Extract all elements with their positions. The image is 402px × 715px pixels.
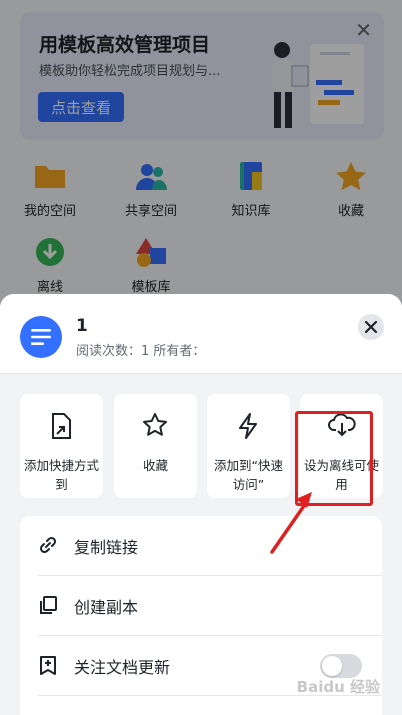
copy-link-item[interactable]: 复制链接 [20,516,382,575]
action-label: 添加到“快速访问” [214,458,283,492]
list-label: 关注文档更新 [74,658,171,677]
follow-updates-toggle[interactable] [320,654,362,678]
follow-icon [40,656,56,675]
add-shortcut-button[interactable]: 添加快捷方式到 [20,394,103,498]
link-icon [39,536,57,554]
watermark: Baidu 经验 [296,678,380,696]
shortcut-icon [52,413,71,439]
copy-icon [40,596,57,614]
add-to-quick-access-button[interactable]: 添加到“快速访问” [207,394,290,498]
create-copy-item[interactable]: 创建副本 [20,576,382,635]
document-meta: 阅读次数：1 所有者： [76,344,206,359]
star-icon [143,413,167,436]
annotation-highlight-box [295,411,373,506]
sheet-header: 1 阅读次数：1 所有者： [0,294,402,374]
lightning-icon [239,413,257,439]
action-label: 添加快捷方式到 [24,458,100,492]
action-label: 收藏 [142,458,168,473]
toggle-knob [322,656,342,676]
document-title: 1 [76,316,88,336]
list-label: 创建副本 [74,598,139,617]
close-icon [365,321,377,333]
list-label: 复制链接 [74,538,139,557]
favorite-button[interactable]: 收藏 [114,394,197,498]
sheet-close-button[interactable] [358,314,384,340]
document-icon [20,316,62,358]
